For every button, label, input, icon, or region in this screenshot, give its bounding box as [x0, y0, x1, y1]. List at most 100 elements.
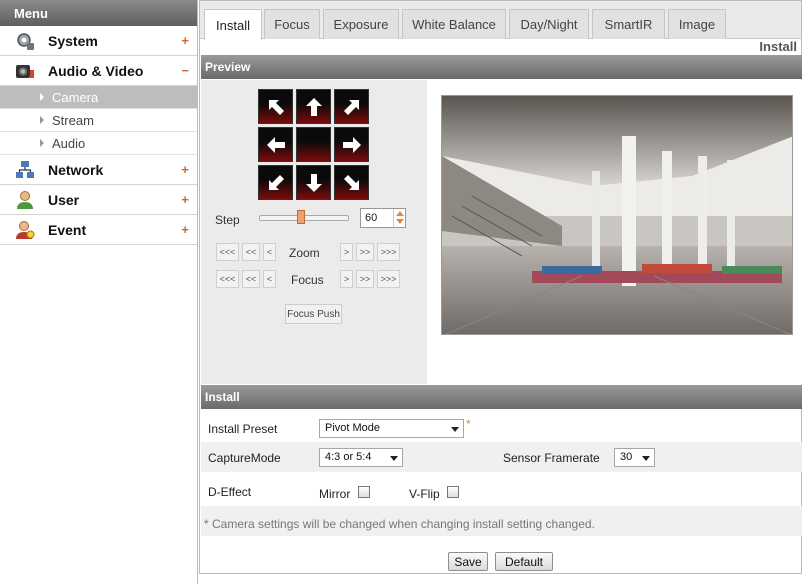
tab-day-night[interactable]: Day/Night	[509, 9, 589, 39]
sidebar-menu: Menu System + Audio & Video − Camera Str…	[0, 0, 198, 584]
expand-icon[interactable]: +	[181, 222, 189, 237]
event-icon	[15, 220, 35, 240]
tab-white-balance[interactable]: White Balance	[402, 9, 506, 39]
camera-icon	[15, 61, 35, 81]
default-button[interactable]: Default	[495, 552, 553, 571]
sidebar-item-system[interactable]: System +	[0, 26, 197, 56]
install-note: * Camera settings will be changed when c…	[204, 517, 595, 531]
sidebar-subitem-label: Camera	[52, 89, 99, 105]
zoom-out-fast-button[interactable]: <<<	[216, 243, 239, 261]
ptz-control-panel: Step 60 <<< << < Zoom > >> >>> <<< << < …	[201, 80, 427, 384]
d-effect-row: D-Effect Mirror V-Flip	[201, 472, 802, 506]
triangle-right-icon	[40, 139, 44, 147]
focus-near-fast-button[interactable]: <<<	[216, 270, 239, 288]
gear-icon	[15, 31, 35, 51]
tab-smartir[interactable]: SmartIR	[592, 9, 665, 39]
focus-far-medium-button[interactable]: >>	[356, 270, 374, 288]
triangle-right-icon	[40, 93, 44, 101]
camera-scene-image	[442, 96, 792, 334]
chevron-down-icon	[642, 456, 650, 461]
mirror-label: Mirror	[319, 487, 351, 501]
sidebar-subitem-label: Stream	[52, 112, 94, 128]
arrow-down-icon	[305, 173, 322, 192]
step-slider-thumb[interactable]	[297, 210, 306, 224]
chevron-down-icon	[390, 456, 398, 461]
sidebar-item-label: Network	[48, 161, 104, 178]
tab-exposure[interactable]: Exposure	[323, 9, 399, 39]
install-preset-select[interactable]: Pivot Mode	[319, 419, 464, 438]
sidebar-item-label: System	[48, 32, 98, 49]
main-content: Install Focus Exposure White Balance Day…	[199, 0, 808, 584]
sidebar-subitem-stream[interactable]: Stream	[0, 109, 197, 132]
expand-icon[interactable]: +	[181, 162, 189, 177]
user-icon	[15, 190, 35, 210]
ptz-up-right-button[interactable]	[334, 89, 369, 124]
breadcrumb: Install	[759, 39, 797, 54]
note-row: * Camera settings will be changed when c…	[201, 506, 802, 536]
zoom-in-fast-button[interactable]: >>>	[377, 243, 400, 261]
expand-icon[interactable]: +	[181, 33, 189, 48]
tab-image[interactable]: Image	[668, 9, 726, 39]
install-preset-row: Install Preset Pivot Mode *	[201, 414, 802, 442]
preview-section-header: Preview	[201, 55, 802, 79]
network-icon	[15, 160, 35, 180]
sidebar-item-user[interactable]: User +	[0, 185, 197, 215]
step-label: Step	[215, 213, 240, 227]
ptz-up-left-button[interactable]	[258, 89, 293, 124]
sensor-framerate-label: Sensor Framerate	[503, 451, 600, 465]
zoom-label: Zoom	[289, 246, 320, 260]
zoom-out-slow-button[interactable]: <	[263, 243, 276, 261]
focus-far-fast-button[interactable]: >>>	[377, 270, 400, 288]
ptz-down-button[interactable]	[296, 165, 331, 200]
arrow-up-icon	[305, 97, 322, 116]
sidebar-item-event[interactable]: Event +	[0, 215, 197, 245]
capture-mode-row: CaptureMode 4:3 or 5:4 Sensor Framerate …	[201, 442, 802, 472]
zoom-out-medium-button[interactable]: <<	[242, 243, 260, 261]
video-pane	[427, 80, 802, 384]
ptz-center-button[interactable]	[296, 127, 331, 162]
sidebar-item-label: Audio & Video	[48, 62, 144, 79]
sidebar-subitem-label: Audio	[52, 135, 86, 151]
install-preset-value: Pivot Mode	[325, 422, 381, 434]
ptz-left-button[interactable]	[258, 127, 293, 162]
spin-down-icon[interactable]	[396, 219, 404, 224]
focus-near-medium-button[interactable]: <<	[242, 270, 260, 288]
spin-up-icon[interactable]	[396, 211, 404, 216]
menu-header: Menu	[0, 0, 197, 26]
sidebar-item-audio-video[interactable]: Audio & Video −	[0, 56, 197, 86]
preview-area: Step 60 <<< << < Zoom > >> >>> <<< << < …	[201, 80, 802, 384]
arrow-up-left-icon	[268, 99, 284, 115]
ptz-down-left-button[interactable]	[258, 165, 293, 200]
sidebar-subitem-audio[interactable]: Audio	[0, 132, 197, 155]
tab-bar: Install Focus Exposure White Balance Day…	[200, 1, 801, 40]
step-spinner[interactable]: 60	[360, 208, 406, 228]
sidebar-item-label: Event	[48, 221, 87, 238]
content-frame: Install Focus Exposure White Balance Day…	[199, 0, 802, 574]
vflip-checkbox[interactable]	[447, 486, 459, 498]
chevron-down-icon	[451, 427, 459, 432]
capture-mode-label: CaptureMode	[208, 451, 281, 465]
sidebar-item-label: User	[48, 191, 80, 208]
sidebar-item-network[interactable]: Network +	[0, 155, 197, 185]
step-value: 60	[365, 212, 378, 224]
arrow-up-right-icon	[343, 99, 359, 115]
focus-near-slow-button[interactable]: <	[263, 270, 276, 288]
ptz-right-button[interactable]	[334, 127, 369, 162]
sidebar-subitem-camera[interactable]: Camera	[0, 86, 197, 109]
ptz-up-button[interactable]	[296, 89, 331, 124]
ptz-down-right-button[interactable]	[334, 165, 369, 200]
expand-icon[interactable]: +	[181, 192, 189, 207]
collapse-icon[interactable]: −	[181, 63, 189, 78]
zoom-in-medium-button[interactable]: >>	[356, 243, 374, 261]
sensor-framerate-select[interactable]: 30	[614, 448, 655, 467]
tab-install[interactable]: Install	[204, 9, 262, 40]
capture-mode-select[interactable]: 4:3 or 5:4	[319, 448, 403, 467]
save-button[interactable]: Save	[448, 552, 488, 571]
focus-far-slow-button[interactable]: >	[340, 270, 353, 288]
tab-focus[interactable]: Focus	[264, 9, 320, 39]
arrow-right-icon	[342, 136, 361, 153]
focus-push-button[interactable]: Focus Push	[285, 304, 342, 324]
sensor-framerate-value: 30	[620, 451, 633, 463]
zoom-in-slow-button[interactable]: >	[340, 243, 353, 261]
mirror-checkbox[interactable]	[358, 486, 370, 498]
